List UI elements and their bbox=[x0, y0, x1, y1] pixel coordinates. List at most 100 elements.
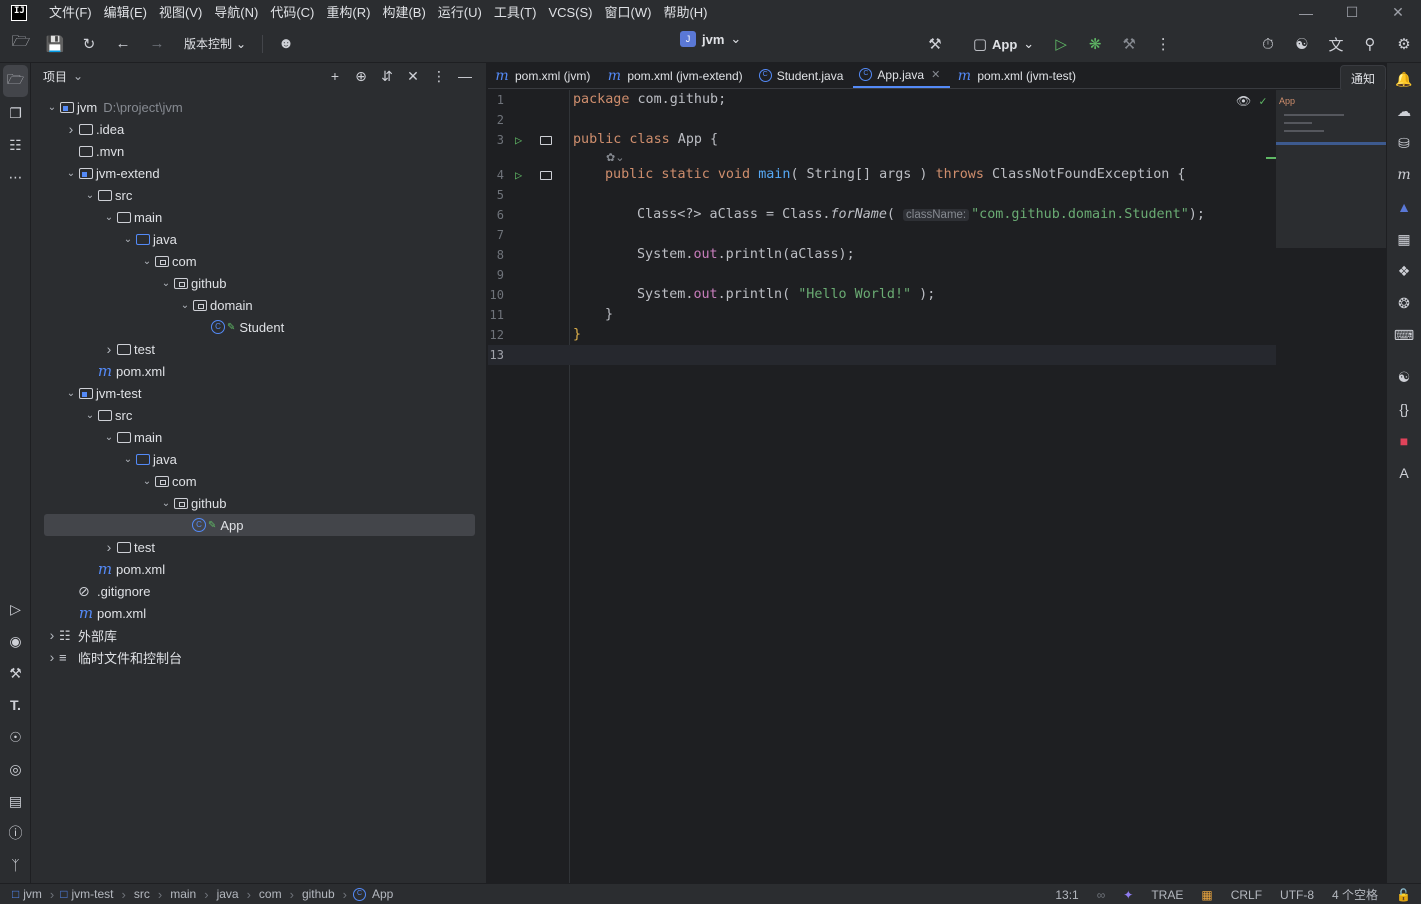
more-tools-icon[interactable]: ⋯ bbox=[0, 161, 31, 193]
add-icon[interactable]: + bbox=[324, 65, 346, 87]
implementation-gutter-icon[interactable] bbox=[540, 171, 552, 180]
translate-icon[interactable]: 文 bbox=[1319, 29, 1353, 59]
chevron-down-icon[interactable]: ⌄ bbox=[102, 212, 116, 223]
chevron-down-icon[interactable]: ⌄ bbox=[102, 432, 116, 443]
editor-tab[interactable]: C Student.java bbox=[753, 63, 854, 88]
tree-item[interactable]: › ≡ 临时文件和控制台 bbox=[31, 646, 487, 668]
menu-item[interactable]: 编辑(E) bbox=[98, 0, 153, 25]
build-icon[interactable]: ⚒ bbox=[1112, 29, 1146, 59]
document-icon[interactable]: ▦ bbox=[1387, 223, 1421, 255]
chevron-down-icon[interactable]: ⌄ bbox=[159, 498, 173, 509]
tree-item[interactable]: ⌄ jvm D:\project\jvm bbox=[31, 96, 487, 118]
update-icon[interactable]: ⏱ bbox=[1251, 29, 1285, 59]
editor-tab[interactable]: C App.java ✕ bbox=[853, 63, 951, 88]
problems-tool-icon[interactable]: ⓘ bbox=[0, 817, 31, 849]
menu-item[interactable]: 工具(T) bbox=[488, 0, 543, 25]
tree-item[interactable]: › .idea bbox=[31, 118, 487, 140]
breadcrumb-item[interactable]: App bbox=[370, 887, 395, 901]
chevron-down-icon[interactable]: ⌄ bbox=[64, 388, 78, 399]
chevron-down-icon[interactable]: ⌄ bbox=[178, 300, 192, 311]
chevron-right-icon[interactable]: › bbox=[102, 539, 116, 555]
run-gutter-icon[interactable]: ▷ bbox=[515, 130, 522, 150]
tree-item[interactable]: m pom.xml bbox=[31, 360, 487, 382]
link-icon[interactable]: ∞ bbox=[1097, 888, 1106, 902]
tree-item[interactable]: ⌄ jvm-test bbox=[31, 382, 487, 404]
windows-logo-icon[interactable]: ▦ bbox=[1201, 888, 1212, 902]
trae-plugin-icon[interactable]: ✦ bbox=[1123, 888, 1133, 902]
chevron-down-icon[interactable]: ⌄ bbox=[64, 168, 78, 179]
tree-item[interactable]: › ☷ 外部库 bbox=[31, 624, 487, 646]
chevron-down-icon[interactable]: ⌄ bbox=[121, 234, 135, 245]
hide-icon[interactable]: — bbox=[454, 65, 476, 87]
commit-tool-icon[interactable]: ❐ bbox=[0, 97, 31, 129]
tree-item[interactable]: C ✎ Student bbox=[31, 316, 487, 338]
font-icon[interactable]: A bbox=[1387, 457, 1421, 489]
profiler-tool-icon[interactable]: ☉ bbox=[0, 721, 31, 753]
locate-icon[interactable]: ⊕ bbox=[350, 65, 372, 87]
breadcrumb-item[interactable]: jvm bbox=[21, 887, 44, 901]
todo-tool-icon[interactable]: T. bbox=[0, 689, 31, 721]
project-tool-icon[interactable]: 🗁 bbox=[3, 65, 28, 97]
database-icon[interactable]: ⛁ bbox=[1387, 127, 1421, 159]
menu-item[interactable]: 帮助(H) bbox=[657, 0, 713, 25]
menu-item[interactable]: 文件(F) bbox=[43, 0, 98, 25]
save-icon[interactable]: 💾 bbox=[38, 29, 72, 59]
menu-item[interactable]: 视图(V) bbox=[153, 0, 208, 25]
chevron-down-icon[interactable]: ⌄ bbox=[140, 476, 154, 487]
chevron-down-icon[interactable]: ⌄ bbox=[159, 278, 173, 289]
chevron-down-icon[interactable]: ⌄ bbox=[45, 102, 59, 113]
chevron-down-icon[interactable]: ⌄ bbox=[83, 190, 97, 201]
chevron-right-icon[interactable]: › bbox=[64, 121, 78, 137]
run-config-selector[interactable]: App ⌄ bbox=[992, 36, 1034, 52]
endpoints-tool-icon[interactable]: ◎ bbox=[0, 753, 31, 785]
menu-item[interactable]: 重构(R) bbox=[320, 0, 376, 25]
menu-item[interactable]: 导航(N) bbox=[208, 0, 264, 25]
run-icon[interactable]: ▷ bbox=[1044, 29, 1078, 59]
tree-item[interactable]: ⌄ main bbox=[31, 426, 487, 448]
search-icon[interactable]: ⚲ bbox=[1353, 29, 1387, 59]
project-selector[interactable]: J jvm ⌄ bbox=[680, 31, 741, 47]
vcs-menu-button[interactable]: 版本控制 ⌄ bbox=[174, 35, 256, 52]
breadcrumb-item[interactable]: github bbox=[300, 887, 337, 901]
red-plugin-icon[interactable]: ■ bbox=[1387, 425, 1421, 457]
run-tool-icon[interactable]: ▷ bbox=[0, 593, 31, 625]
tree-item[interactable]: C ✎ App bbox=[44, 514, 475, 536]
tree-item[interactable]: .mvn bbox=[31, 140, 487, 162]
git-tool-icon[interactable]: ᛉ bbox=[0, 849, 31, 881]
run-gutter-icon[interactable]: ▷ bbox=[515, 165, 522, 185]
readonly-lock-icon[interactable]: 🔓 bbox=[1396, 888, 1411, 902]
terminal-tool-icon[interactable]: ▤ bbox=[0, 785, 31, 817]
code-area[interactable]: 1 package com.github; 2 3 ▷ public class… bbox=[488, 90, 1386, 883]
chevron-down-icon[interactable]: ⌄ bbox=[73, 69, 83, 83]
check-icon[interactable]: ✓ bbox=[1259, 94, 1266, 108]
intellij-logo-icon[interactable]: IJ bbox=[11, 4, 27, 21]
tab-close-icon[interactable]: ✕ bbox=[931, 68, 940, 81]
settings-gear-icon[interactable]: ⚙ bbox=[1387, 29, 1421, 59]
menu-item[interactable]: 构建(B) bbox=[376, 0, 431, 25]
editor-tab[interactable]: m pom.xml (jvm-test) bbox=[950, 63, 1086, 88]
keyboard-icon[interactable]: ⌨ bbox=[1387, 319, 1421, 351]
sync-icon[interactable]: ↻ bbox=[72, 29, 106, 59]
tree-item[interactable]: ⌄ com bbox=[31, 470, 487, 492]
open-folder-icon[interactable]: 🗁 bbox=[4, 29, 38, 59]
chevron-down-icon[interactable]: ⌄ bbox=[140, 256, 154, 267]
more-icon[interactable]: ⋮ bbox=[1146, 29, 1180, 59]
tree-item[interactable]: ⌄ main bbox=[31, 206, 487, 228]
tree-item[interactable]: ⌄ jvm-extend bbox=[31, 162, 487, 184]
tree-item[interactable]: › test bbox=[31, 536, 487, 558]
tree-item[interactable]: ⊘ .gitignore bbox=[31, 580, 487, 602]
forward-icon[interactable]: → bbox=[140, 29, 174, 59]
collapse-all-icon[interactable]: ✕ bbox=[402, 65, 424, 87]
build-hammer-icon[interactable]: ⚒ bbox=[918, 29, 952, 59]
notifications-bell-icon[interactable]: 🔔 bbox=[1387, 63, 1421, 95]
tree-item[interactable]: m pom.xml bbox=[31, 558, 487, 580]
options-icon[interactable]: ⋮ bbox=[428, 65, 450, 87]
debug-icon[interactable]: ❋ bbox=[1078, 29, 1112, 59]
ai-assistant-icon[interactable]: ☯ bbox=[1285, 29, 1319, 59]
maximize-icon[interactable]: ☐ bbox=[1329, 0, 1375, 25]
breadcrumb-item[interactable]: jvm-test bbox=[70, 887, 116, 901]
aperture-icon[interactable]: ❂ bbox=[1387, 287, 1421, 319]
braces-icon[interactable]: {} bbox=[1387, 393, 1421, 425]
trae-status[interactable]: TRAE bbox=[1151, 888, 1183, 902]
breadcrumb-item[interactable]: java bbox=[215, 887, 241, 901]
